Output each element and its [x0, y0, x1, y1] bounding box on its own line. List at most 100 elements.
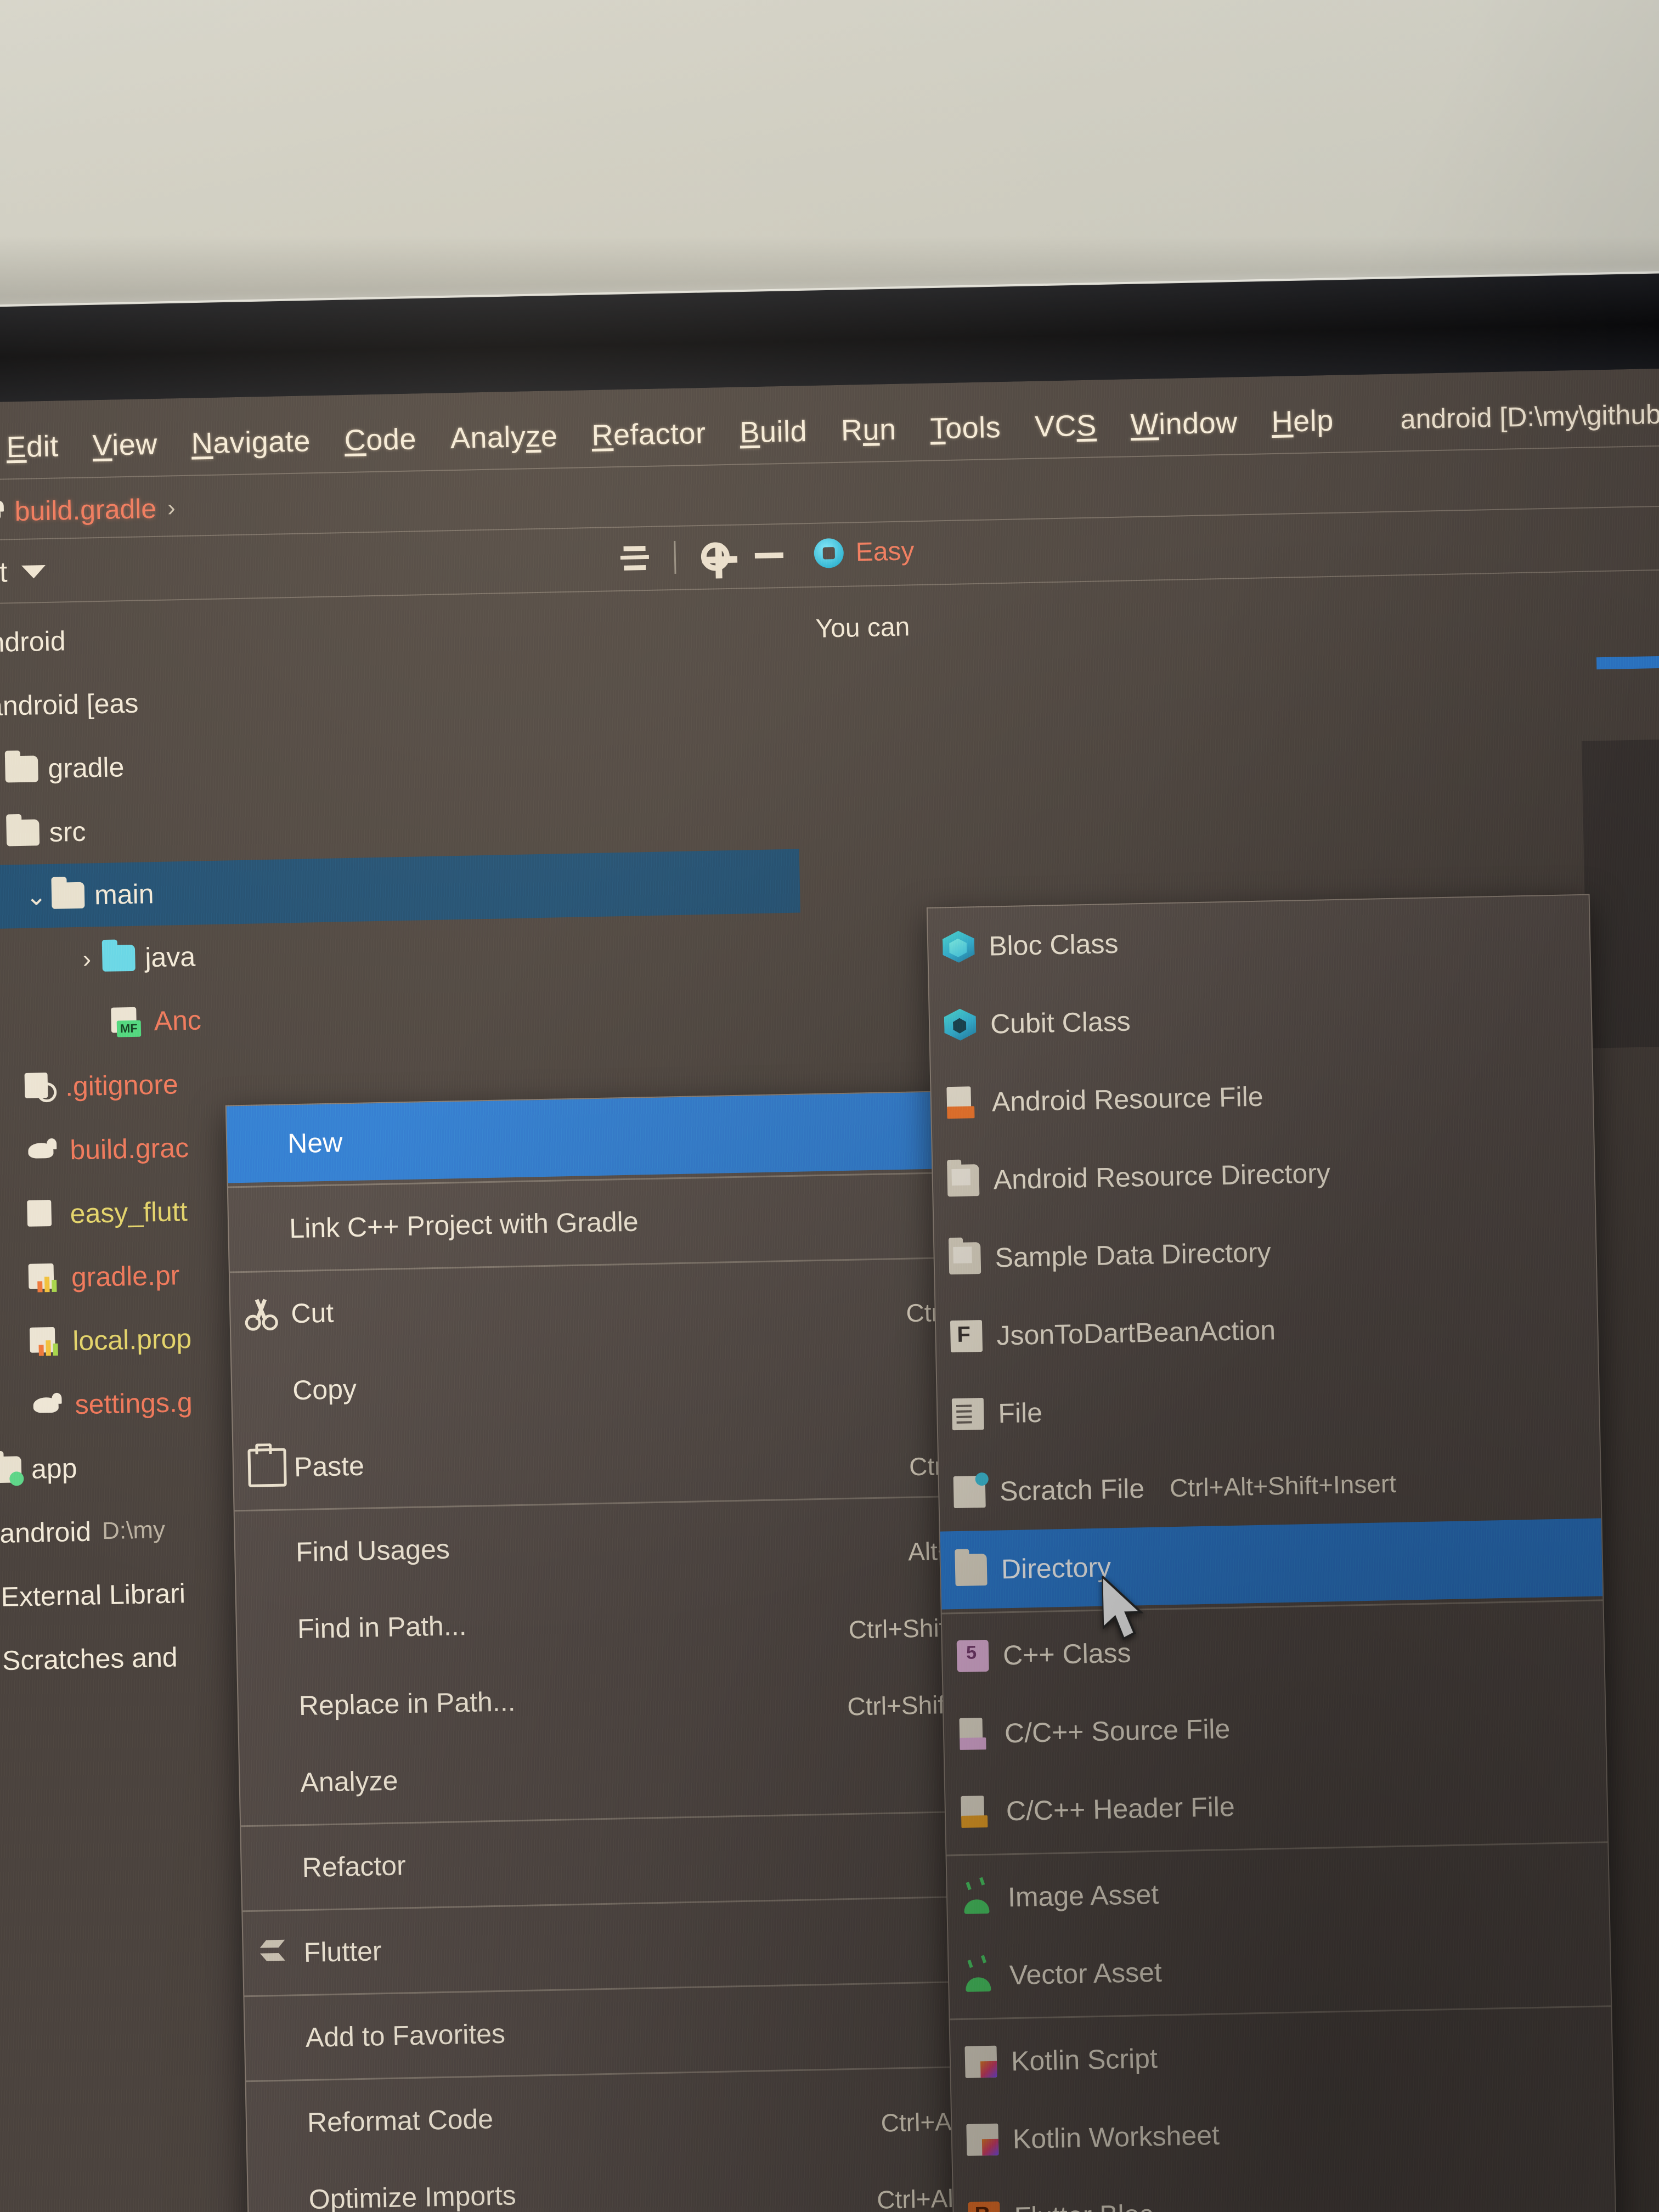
editor-selection-highlight: [1596, 654, 1659, 670]
collapse-all-icon[interactable]: [620, 543, 649, 574]
iml-icon: [27, 1200, 60, 1229]
editor-tab-bar[interactable]: Easy: [814, 536, 915, 568]
menu-item-label: Reformat Code: [307, 2103, 494, 2138]
submenu-item-cpp-source-file[interactable]: C/C++ Source File: [944, 1682, 1606, 1773]
chevron-down-icon[interactable]: ⌄: [21, 881, 52, 911]
breadcrumb-file[interactable]: build.gradle: [14, 493, 157, 527]
cpp-source-file-icon: [958, 1718, 990, 1750]
context-menu[interactable]: New Link C++ Project with Gradle Cut Ctr…: [225, 1090, 1025, 2212]
menu-item-label: New: [287, 1127, 343, 1159]
submenu-item-directory[interactable]: Directory: [940, 1518, 1603, 1610]
menu-build[interactable]: Build: [740, 414, 808, 449]
hide-icon[interactable]: [754, 552, 783, 559]
chevron-right-icon[interactable]: ›: [71, 944, 103, 974]
properties-icon: [28, 1263, 62, 1293]
menu-item-refactor[interactable]: Refactor: [241, 1815, 1011, 1907]
menu-item-add-to-favorites[interactable]: Add to Favorites: [245, 1985, 1014, 2077]
android-resource-directory-icon: [947, 1164, 980, 1197]
menu-item-link-cpp-project[interactable]: Link C++ Project with Gradle: [228, 1176, 998, 1268]
menu-item-label: Paste: [294, 1450, 365, 1483]
menu-code[interactable]: Code: [344, 422, 416, 458]
menu-item-label: Optimize Imports: [308, 2180, 517, 2212]
tree-label: easy_flutt: [70, 1196, 188, 1229]
editor-popup-panel: [1581, 737, 1659, 1048]
project-toolwindow-title[interactable]: roject: [0, 556, 8, 590]
submenu-item-android-resource-directory[interactable]: Android Resource Directory: [932, 1129, 1595, 1220]
menu-item-cut[interactable]: Cut Ctrl+X: [230, 1261, 1000, 1353]
tree-label: src: [49, 816, 86, 848]
editor-tab-label[interactable]: Easy: [855, 536, 915, 567]
submenu-item-kotlin-worksheet[interactable]: Kotlin Worksheet: [951, 2088, 1614, 2179]
bloc-hex-icon: [943, 930, 975, 963]
submenu-item-cpp-header-file[interactable]: C/C++ Header File: [945, 1760, 1607, 1851]
tree-label: Anc: [154, 1005, 202, 1037]
manifest-icon: MF: [111, 1007, 144, 1037]
scissors-icon: [245, 1297, 279, 1331]
tree-label: build.grac: [69, 1132, 189, 1166]
menu-tools[interactable]: Tools: [930, 410, 1001, 446]
sample-data-directory-icon: [949, 1242, 981, 1275]
menu-help[interactable]: Help: [1271, 404, 1334, 439]
submenu-item-cpp-class[interactable]: C++ Class: [942, 1604, 1605, 1695]
android-icon: [961, 1882, 994, 1914]
tree-label: gradle: [47, 752, 125, 784]
menu-item-reformat-code[interactable]: Reformat Code Ctrl+Alt+L: [246, 2070, 1016, 2162]
menu-window[interactable]: Window: [1130, 405, 1238, 442]
submenu-item-cubit-class[interactable]: Cubit Class: [929, 973, 1592, 1064]
submenu-item-label: JsonToDartBeanAction: [996, 1314, 1276, 1351]
photograph-of-monitor: Edit View Navigate Code Analyze Refactor…: [0, 0, 1659, 2212]
flutter-icon: [257, 1937, 291, 1970]
cpp-header-file-icon: [960, 1796, 992, 1828]
breadcrumb[interactable]: › build.gradle ›: [0, 481, 187, 540]
submenu-item-sample-data-directory[interactable]: Sample Data Directory: [934, 1207, 1596, 1298]
submenu-item-vector-asset[interactable]: Vector Asset: [948, 1924, 1611, 2015]
folder-icon: [4, 755, 38, 783]
menu-item-new[interactable]: New: [226, 1091, 996, 1183]
submenu-item-label: Android Resource Directory: [993, 1158, 1331, 1195]
submenu-item-label: Vector Asset: [1009, 1956, 1163, 1991]
breadcrumb-separator-2: ›: [167, 494, 176, 522]
menu-item-label: Copy: [292, 1373, 357, 1406]
submenu-item-kotlin-script[interactable]: Kotlin Script: [950, 2010, 1613, 2101]
folder-icon: [6, 819, 40, 847]
menu-item-label: Add to Favorites: [305, 2018, 506, 2053]
menu-navigate[interactable]: Navigate: [191, 424, 311, 460]
submenu-item-android-resource-file[interactable]: Android Resource File: [931, 1051, 1594, 1142]
menu-run[interactable]: Run: [840, 413, 896, 448]
submenu-item-file[interactable]: File: [937, 1362, 1600, 1453]
menu-refactor[interactable]: Refactor: [591, 416, 706, 453]
submenu-item-label: Image Asset: [1007, 1878, 1159, 1913]
submenu-item-shortcut: Ctrl+Alt+Shift+Insert: [1169, 1469, 1397, 1503]
clipboard-icon: [247, 1448, 287, 1487]
new-submenu[interactable]: Bloc Class Cubit Class Android Resource …: [926, 894, 1623, 2212]
menu-item-find-in-path[interactable]: Find in Path... Ctrl+Shift+F: [236, 1576, 1006, 1668]
tree-label: app: [31, 1453, 78, 1485]
menu-view[interactable]: View: [92, 427, 157, 462]
submenu-item-label: Kotlin Script: [1011, 2042, 1158, 2077]
chevron-down-icon[interactable]: [21, 565, 46, 579]
submenu-item-scratch-file[interactable]: Scratch File Ctrl+Alt+Shift+Insert: [939, 1440, 1601, 1531]
menu-item-replace-in-path[interactable]: Replace in Path... Ctrl+Shift+R: [238, 1653, 1007, 1745]
folder-app-icon: [0, 1456, 22, 1483]
menu-analyze[interactable]: Analyze: [450, 419, 558, 455]
menu-edit[interactable]: Edit: [6, 429, 59, 464]
gear-icon[interactable]: [701, 541, 730, 571]
main-menu-bar[interactable]: Edit View Navigate Code Analyze Refactor…: [0, 383, 1659, 479]
menu-item-label: Find in Path...: [297, 1610, 467, 1645]
submenu-item-label: Directory: [1001, 1551, 1111, 1585]
menu-vcs[interactable]: VCS: [1035, 408, 1097, 443]
submenu-item-json-to-dart[interactable]: JsonToDartBeanAction: [935, 1285, 1598, 1376]
android-resource-file-icon: [945, 1086, 978, 1119]
project-toolwindow-header: roject: [0, 527, 794, 604]
folder-cyan-icon: [101, 944, 136, 972]
menu-item-copy[interactable]: Copy: [232, 1338, 1001, 1430]
monitor-screen-area: Edit View Navigate Code Analyze Refactor…: [0, 367, 1659, 2212]
tree-label: local.prop: [72, 1323, 192, 1357]
submenu-item-bloc-class[interactable]: Bloc Class: [928, 895, 1590, 986]
menu-item-find-usages[interactable]: Find Usages Alt+F7: [235, 1499, 1005, 1592]
menu-item-flutter[interactable]: Flutter: [242, 1900, 1012, 1992]
menu-item-analyze[interactable]: Analyze: [239, 1730, 1009, 1822]
tree-label: main: [94, 878, 154, 911]
submenu-item-image-asset[interactable]: Image Asset: [947, 1846, 1610, 1937]
menu-item-paste[interactable]: Paste Ctrl+V: [233, 1414, 1003, 1506]
